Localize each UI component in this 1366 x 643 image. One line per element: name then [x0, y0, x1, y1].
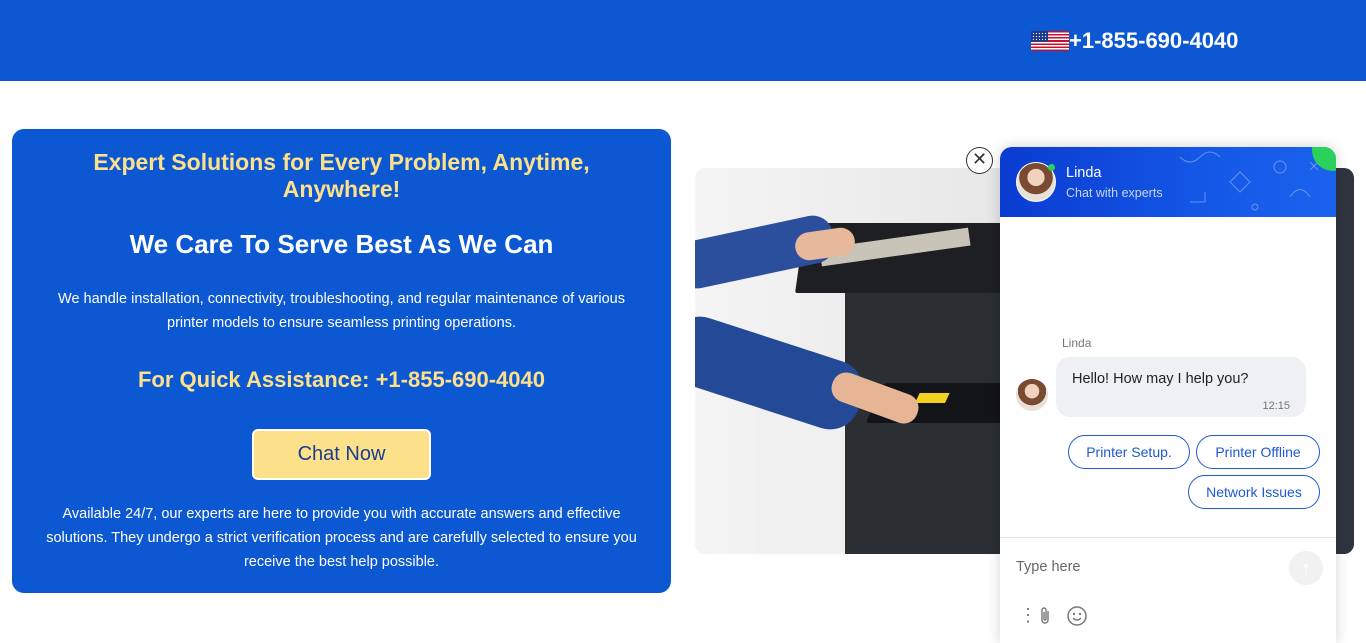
- header-phone[interactable]: +1-855-690-4040: [1031, 26, 1238, 56]
- header-phone-number[interactable]: +1-855-690-4040: [1069, 28, 1238, 54]
- message-time: 12:15: [1262, 400, 1290, 412]
- paperclip-icon[interactable]: [1038, 605, 1052, 632]
- availability-text: Available 24/7, our experts are here to …: [46, 506, 637, 570]
- arrow-up-icon[interactable]: ↑: [1289, 551, 1323, 585]
- hero-subhead: We Care To Serve Best As We Can: [129, 229, 554, 259]
- quick-reply-network-issues[interactable]: Network Issues: [1188, 475, 1320, 509]
- header-pattern-icon: [1179, 151, 1319, 211]
- message-avatar: [1016, 379, 1048, 411]
- chat-header: Linda Chat with experts: [1000, 147, 1336, 217]
- quick-reply-printer-offline[interactable]: Printer Offline: [1196, 435, 1320, 469]
- chat-now-button[interactable]: Chat Now: [252, 429, 431, 480]
- us-flag-icon: [1031, 31, 1069, 51]
- agent-name: Linda: [1066, 165, 1102, 181]
- chat-widget: Linda Chat with experts Linda Hello! How…: [1000, 147, 1336, 643]
- quick-assistance-text: For Quick Assistance: +1-855-690-4040: [137, 367, 545, 392]
- message-text: Hello! How may I help you?: [1072, 371, 1249, 387]
- close-icon[interactable]: ✕: [966, 147, 993, 174]
- hero-description: We handle installation, connectivity, tr…: [58, 291, 625, 331]
- top-header: +1-855-690-4040: [0, 0, 1366, 81]
- message-bubble: Hello! How may I help you? 12:15: [1056, 357, 1306, 417]
- message-sender: Linda: [1062, 336, 1092, 350]
- online-dot-icon: [1048, 164, 1055, 171]
- hero-card: Expert Solutions for Every Problem, Anyt…: [12, 129, 671, 593]
- composer-divider: [1000, 537, 1336, 538]
- hero-headline: Expert Solutions for Every Problem, Anyt…: [93, 149, 590, 202]
- quick-reply-printer-setup[interactable]: Printer Setup.: [1068, 435, 1190, 469]
- chat-message-input[interactable]: [1016, 556, 1276, 578]
- more-icon[interactable]: ⋮: [1019, 605, 1037, 626]
- smiley-icon[interactable]: [1066, 605, 1088, 632]
- agent-subtitle: Chat with experts: [1066, 186, 1163, 200]
